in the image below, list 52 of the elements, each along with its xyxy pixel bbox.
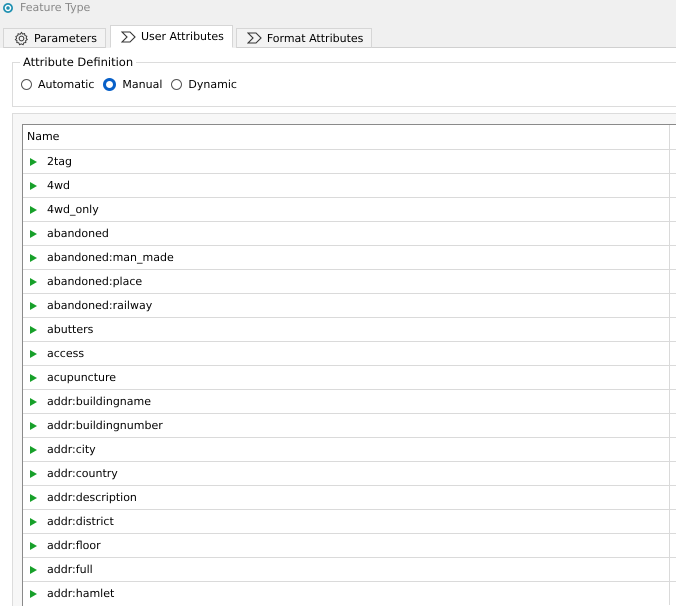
expand-arrow-icon[interactable] [30,206,37,214]
table-cell: addr:district [47,515,114,528]
table-cell: abandoned:railway [47,299,152,312]
radio-option[interactable]: Automatic [21,78,94,91]
expand-arrow-icon[interactable] [30,230,37,238]
expand-arrow-icon[interactable] [30,302,37,310]
expand-arrow-icon[interactable] [30,374,37,382]
table-cell: abandoned:place [47,275,142,288]
table-cell: addr:city [47,443,96,456]
column-header[interactable]: Name [23,125,669,149]
table-cell: 4wd_only [47,203,99,216]
expand-arrow-icon[interactable] [30,518,37,526]
table-cell: addr:hamlet [47,587,114,600]
expand-arrow-icon[interactable] [30,158,37,166]
tab[interactable]: User Attributes [110,25,233,48]
table-cell: addr:description [47,491,137,504]
table-cell: addr:buildingname [47,395,151,408]
expand-arrow-icon[interactable] [30,542,37,550]
window-title: Feature Type [20,2,90,14]
table-cell: abutters [47,323,94,336]
table-cell: access [47,347,84,360]
expand-arrow-icon[interactable] [30,254,37,262]
table-cell: addr:floor [47,539,101,552]
group-title: Attribute Definition [22,55,134,69]
radio-button[interactable] [21,79,32,90]
table-cell: 2tag [47,155,72,168]
table-cell: abandoned:man_made [47,251,174,264]
expand-arrow-icon[interactable] [30,470,37,478]
expand-arrow-icon[interactable] [30,566,37,574]
tab[interactable]: Format Attributes [236,28,372,48]
expand-arrow-icon[interactable] [30,278,37,286]
expand-arrow-icon[interactable] [30,398,37,406]
expand-arrow-icon[interactable] [30,326,37,334]
radio-option[interactable]: Manual [103,78,162,91]
tab[interactable]: Parameters [3,28,106,48]
expand-arrow-icon[interactable] [30,446,37,454]
radio-option[interactable]: Dynamic [171,78,237,91]
table-cell: acupuncture [47,371,116,384]
expand-arrow-icon[interactable] [30,494,37,502]
table-cell: addr:country [47,467,118,480]
radio-button[interactable] [171,79,182,90]
expand-arrow-icon[interactable] [30,422,37,430]
gear-icon [14,30,29,46]
expand-arrow-icon[interactable] [30,182,37,190]
radio-button[interactable] [103,78,116,91]
expand-arrow-icon[interactable] [30,350,37,358]
table-cell: abandoned [47,227,109,240]
table-cell: 4wd [47,179,70,192]
app-logo-icon [2,2,14,14]
expand-arrow-icon[interactable] [30,590,37,598]
table-cell: addr:full [47,563,93,576]
table-cell: addr:buildingnumber [47,419,163,432]
